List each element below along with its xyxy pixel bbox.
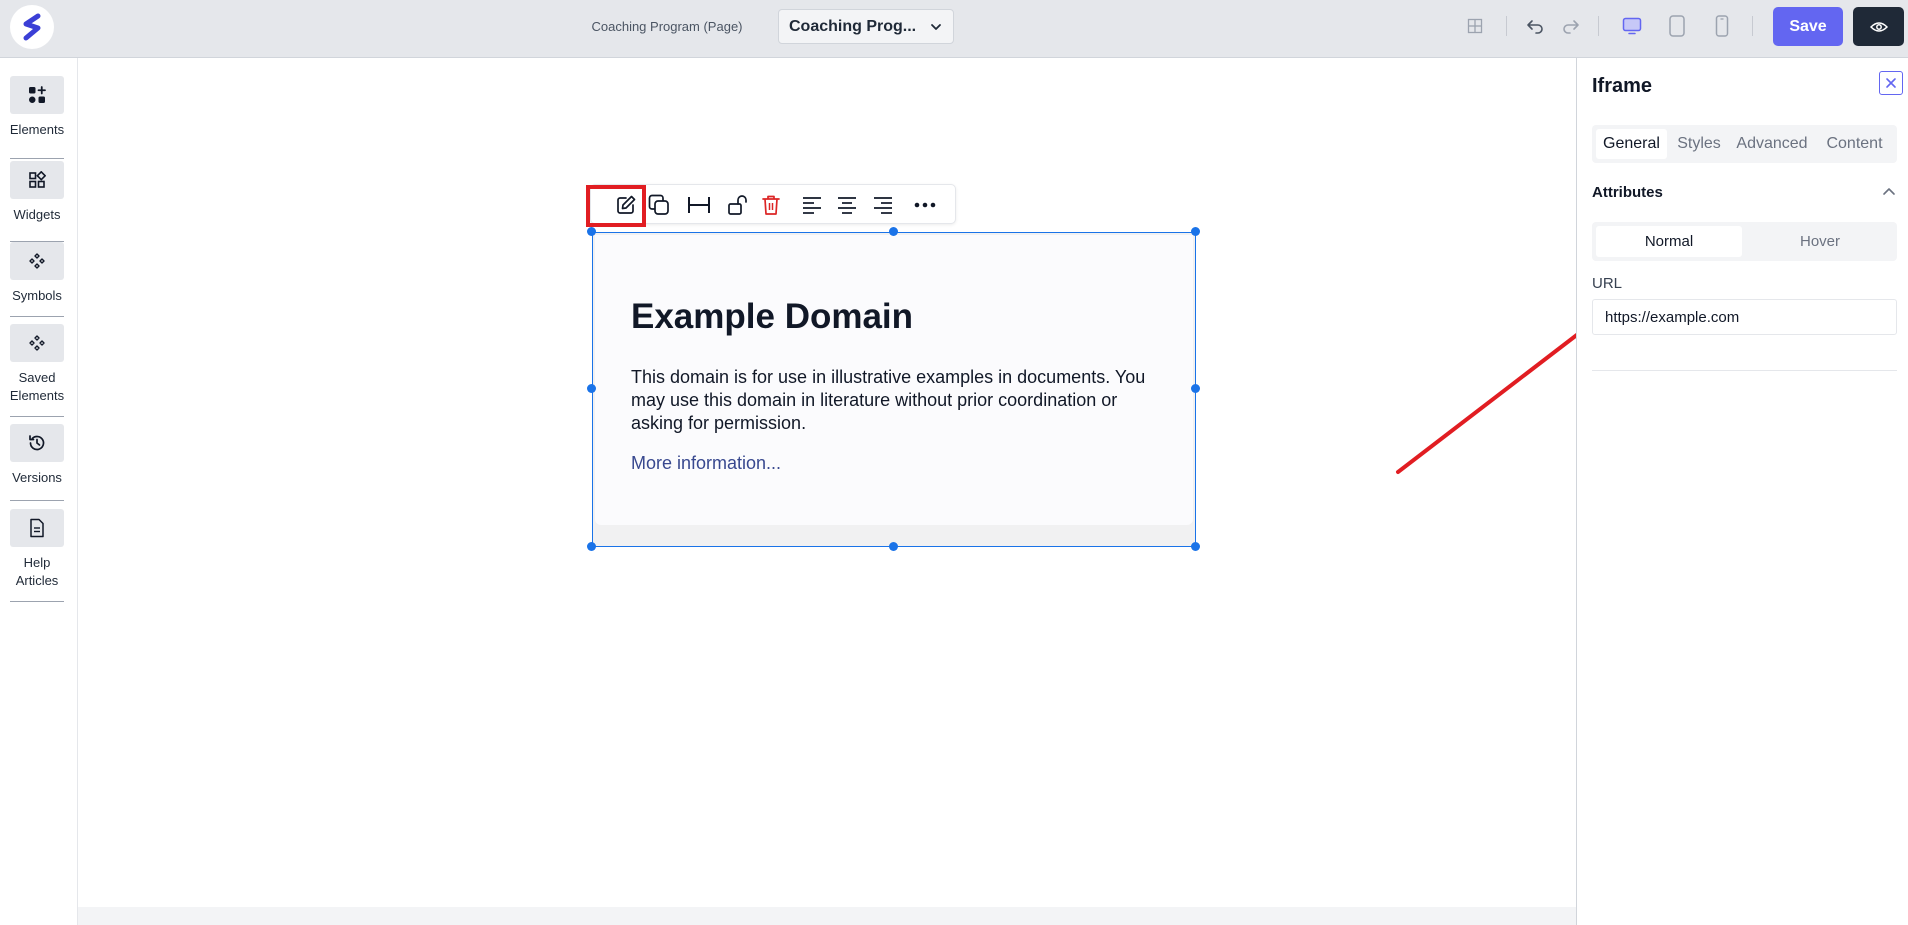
logo-icon bbox=[23, 13, 41, 41]
mobile-icon[interactable] bbox=[1710, 14, 1734, 38]
chevron-up-icon[interactable] bbox=[1880, 183, 1898, 201]
sidebar-divider bbox=[10, 158, 64, 159]
sidebar-divider bbox=[10, 316, 64, 317]
eye-icon bbox=[1869, 21, 1888, 32]
app-logo[interactable] bbox=[10, 5, 54, 49]
sidebar-divider bbox=[10, 416, 64, 417]
panel-tabs: General Styles Advanced Content bbox=[1592, 125, 1897, 163]
resize-handle-top-left[interactable] bbox=[587, 227, 596, 236]
url-label: URL bbox=[1592, 275, 1623, 292]
sidebar-item-saved-elements[interactable]: Saved Elements bbox=[0, 324, 74, 405]
sidebar-item-label: Widgets bbox=[13, 207, 61, 222]
sidebar-item-label: Versions bbox=[12, 470, 62, 485]
sidebar-item-symbols[interactable]: Symbols bbox=[0, 242, 74, 305]
document-icon bbox=[10, 509, 64, 547]
elements-icon bbox=[10, 76, 64, 114]
undo-icon[interactable] bbox=[1523, 14, 1547, 38]
tab-content[interactable]: Content bbox=[1816, 129, 1893, 159]
resize-handle-right[interactable] bbox=[1191, 384, 1200, 393]
chevron-down-icon bbox=[931, 23, 941, 30]
align-left-icon[interactable] bbox=[800, 193, 824, 217]
align-center-icon[interactable] bbox=[835, 193, 859, 217]
align-right-icon[interactable] bbox=[871, 193, 895, 217]
tab-general[interactable]: General bbox=[1596, 129, 1667, 159]
top-bar: Coaching Program (Page) Coaching Prog...… bbox=[0, 0, 1908, 58]
sidebar-divider bbox=[10, 500, 64, 501]
toolbar-divider bbox=[1752, 16, 1753, 36]
close-panel-button[interactable] bbox=[1879, 71, 1903, 95]
grid-icon[interactable] bbox=[1463, 14, 1487, 38]
sidebar-item-widgets[interactable]: Widgets bbox=[0, 161, 74, 224]
attributes-section-title[interactable]: Attributes bbox=[1592, 184, 1663, 201]
iframe-more-info-link[interactable]: More information... bbox=[631, 453, 781, 474]
widgets-icon bbox=[10, 161, 64, 199]
redo-icon[interactable] bbox=[1559, 14, 1583, 38]
sidebar-item-versions[interactable]: Versions bbox=[0, 424, 74, 487]
state-hover-button[interactable]: Hover bbox=[1747, 226, 1893, 257]
iframe-element[interactable]: Example Domain This domain is for use in… bbox=[592, 232, 1196, 547]
iframe-content: Example Domain This domain is for use in… bbox=[595, 235, 1193, 525]
page-name-label: Coaching Program (Page) bbox=[591, 18, 743, 34]
resize-handle-bottom-right[interactable] bbox=[1191, 542, 1200, 551]
unlock-icon[interactable] bbox=[726, 193, 750, 217]
edit-button-highlight bbox=[586, 185, 646, 227]
resize-handle-top-right[interactable] bbox=[1191, 227, 1200, 236]
tab-styles[interactable]: Styles bbox=[1670, 129, 1728, 159]
sidebar-item-label: Symbols bbox=[12, 288, 62, 303]
more-icon[interactable] bbox=[913, 193, 937, 217]
sidebar-divider bbox=[10, 601, 64, 602]
iframe-heading: Example Domain bbox=[631, 297, 914, 336]
toolbar-divider bbox=[1598, 16, 1599, 36]
state-normal-button[interactable]: Normal bbox=[1596, 226, 1742, 257]
delete-icon[interactable] bbox=[759, 193, 783, 217]
resize-handle-left[interactable] bbox=[587, 384, 596, 393]
symbols-icon bbox=[10, 242, 64, 280]
history-icon bbox=[10, 424, 64, 462]
resize-handle-bottom[interactable] bbox=[889, 542, 898, 551]
sidebar-item-label: Elements bbox=[9, 122, 65, 137]
save-button[interactable]: Save bbox=[1773, 7, 1843, 46]
desktop-icon[interactable] bbox=[1620, 14, 1644, 38]
toolbar-divider bbox=[1506, 16, 1507, 36]
left-sidebar: Elements Widgets Symbols Saved Elements … bbox=[0, 58, 78, 925]
state-toggle: Normal Hover bbox=[1592, 222, 1897, 261]
panel-title: Iframe bbox=[1592, 75, 1653, 97]
full-width-icon[interactable] bbox=[687, 193, 711, 217]
sidebar-item-label: Help Articles bbox=[15, 555, 59, 588]
tab-advanced[interactable]: Advanced bbox=[1731, 129, 1813, 159]
properties-panel: Iframe General Styles Advanced Content A… bbox=[1576, 58, 1908, 925]
panel-divider bbox=[1592, 370, 1897, 371]
duplicate-icon[interactable] bbox=[647, 193, 671, 217]
canvas-footer-strip bbox=[78, 907, 1576, 925]
page-select-value: Coaching Prog... bbox=[789, 17, 917, 35]
url-input[interactable] bbox=[1592, 299, 1897, 335]
page-select[interactable]: Coaching Prog... bbox=[778, 9, 954, 44]
resize-handle-bottom-left[interactable] bbox=[587, 542, 596, 551]
iframe-paragraph: This domain is for use in illustrative e… bbox=[631, 367, 1146, 433]
sidebar-item-elements[interactable]: Elements bbox=[0, 76, 74, 139]
tablet-icon[interactable] bbox=[1665, 14, 1689, 38]
resize-handle-top[interactable] bbox=[889, 227, 898, 236]
sidebar-item-help-articles[interactable]: Help Articles bbox=[0, 509, 74, 590]
saved-elements-icon bbox=[10, 324, 64, 362]
close-icon bbox=[1886, 78, 1896, 88]
sidebar-item-label: Saved Elements bbox=[9, 370, 65, 403]
preview-button[interactable] bbox=[1853, 7, 1904, 46]
